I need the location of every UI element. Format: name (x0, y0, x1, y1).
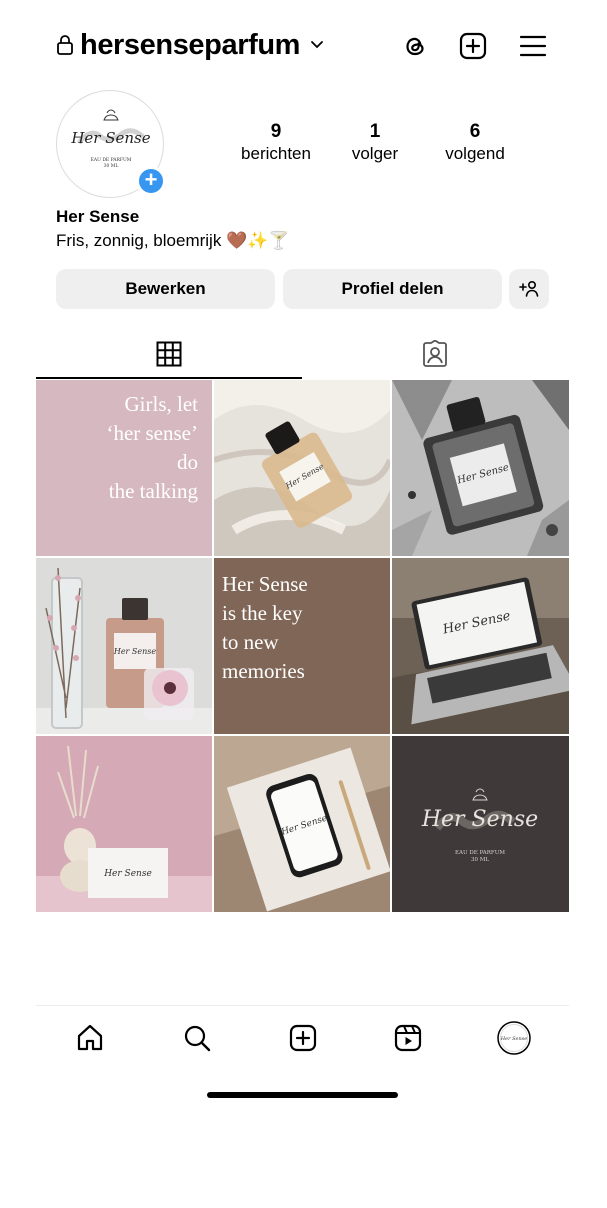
post-tile-1[interactable]: Girls, let ‘her sense’ do the talking (36, 380, 212, 556)
perfume-flowers-image: Her Sense (36, 558, 212, 734)
post-tile-8[interactable]: Her Sense (214, 736, 390, 912)
profile-header: hersenseparfum (0, 0, 607, 90)
menu-icon[interactable] (516, 29, 550, 63)
home-icon[interactable] (72, 1020, 108, 1056)
phone-mockup-image: Her Sense (214, 736, 390, 912)
home-indicator (207, 1092, 398, 1098)
bio: Fris, zonnig, bloemrijk 🤎✨🍸 (56, 231, 290, 250)
post-9-logo: Her Sense (421, 807, 538, 832)
share-profile-button[interactable]: Profiel delen (283, 269, 502, 309)
reels-icon[interactable] (390, 1020, 426, 1056)
svg-text:Her Sense: Her Sense (103, 869, 152, 879)
chevron-down-icon (311, 41, 323, 49)
svg-text:30 ML: 30 ML (104, 163, 119, 169)
perfume-box-image: Her Sense (36, 736, 212, 912)
svg-text:Her Sense: Her Sense (70, 129, 150, 147)
post-5-text: Her Sense is the key to new memories (222, 572, 308, 683)
post-tile-4[interactable]: Her Sense (36, 558, 212, 734)
tagged-person-icon (423, 340, 447, 367)
threads-icon[interactable] (398, 29, 432, 63)
stat-following[interactable]: 6 volgend (420, 121, 530, 165)
display-name: Her Sense (56, 207, 140, 226)
tab-tagged[interactable] (302, 330, 568, 378)
username: hersenseparfum (80, 29, 301, 61)
perfume-silk-image: Her Sense (214, 380, 390, 556)
her-sense-logo-tile-image: Her Sense EAU DE PARFUM 30 ML (392, 736, 569, 912)
perfume-shatter-image: Her Sense (392, 380, 569, 556)
laptop-mockup-image: Her Sense (392, 558, 569, 734)
stat-following-label: volgend (445, 144, 505, 163)
stat-followers-value: 1 (369, 121, 381, 142)
add-story-button[interactable]: + (136, 166, 166, 196)
profile-avatar[interactable]: Her Sense EAU DE PARFUM 30 ML + (56, 90, 166, 198)
profile-avatar-icon[interactable]: Her Sense (496, 1020, 532, 1056)
edit-profile-button[interactable]: Bewerken (56, 269, 275, 309)
stat-following-value: 6 (469, 121, 481, 142)
post-tile-9[interactable]: Her Sense EAU DE PARFUM 30 ML (392, 736, 569, 912)
tab-active-indicator (36, 377, 302, 379)
svg-text:Her Sense: Her Sense (113, 647, 157, 656)
grid-icon (156, 341, 182, 367)
stat-posts-value: 9 (270, 121, 282, 142)
discover-people-button[interactable] (509, 269, 549, 309)
post-tile-6[interactable]: Her Sense (392, 558, 569, 734)
stat-followers[interactable]: 1 volger (320, 121, 430, 165)
stat-posts-label: berichten (241, 144, 311, 163)
post-tile-2[interactable]: Her Sense (214, 380, 390, 556)
svg-text:EAU DE PARFUM: EAU DE PARFUM (91, 157, 132, 163)
svg-text:Her Sense: Her Sense (500, 1036, 527, 1042)
post-tile-3[interactable]: Her Sense (392, 380, 569, 556)
stat-followers-label: volger (351, 144, 399, 163)
stat-posts: 9 berichten (221, 121, 331, 165)
post-tile-7[interactable]: Her Sense (36, 736, 212, 912)
svg-text:30 ML: 30 ML (471, 857, 489, 863)
search-icon[interactable] (179, 1020, 215, 1056)
account-switcher[interactable]: hersenseparfum (56, 28, 324, 62)
create-icon[interactable] (285, 1020, 321, 1056)
post-1-text: Girls, let ‘her sense’ do the talking (106, 392, 198, 503)
posts-grid: Girls, let ‘her sense’ do the talking He… (36, 380, 569, 912)
post-tile-5[interactable]: Her Sense is the key to new memories (214, 558, 390, 734)
create-post-icon[interactable] (456, 29, 490, 63)
svg-text:EAU DE PARFUM: EAU DE PARFUM (455, 850, 505, 856)
tab-grid[interactable] (36, 330, 302, 378)
bottom-nav: Her Sense (36, 1005, 569, 1069)
add-person-icon (519, 280, 539, 297)
lock-icon (57, 35, 73, 55)
